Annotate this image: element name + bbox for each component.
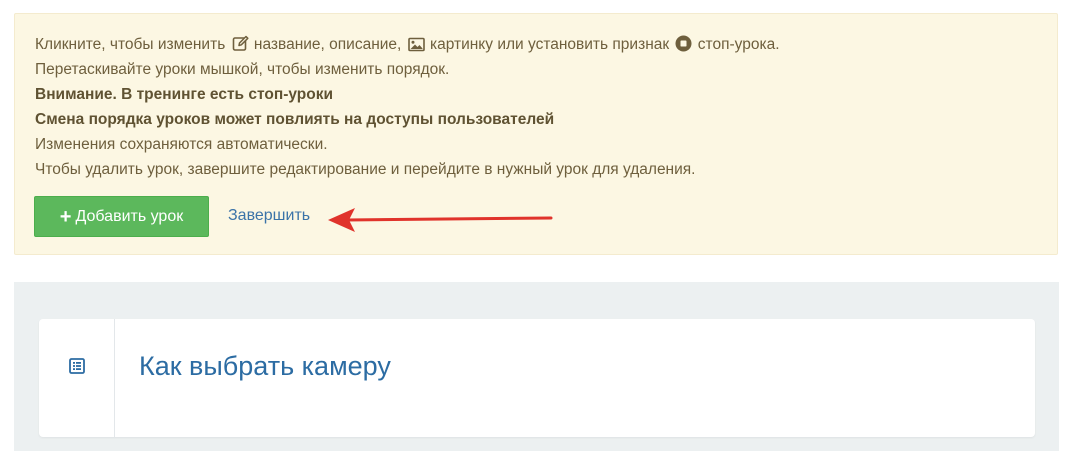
notice-line-delete-hint: Чтобы удалить урок, завершите редактиров… (35, 161, 696, 178)
lesson-title[interactable]: Как выбрать камеру (139, 348, 391, 384)
add-lesson-label: Добавить урок (75, 207, 184, 225)
arrow-icon (328, 208, 553, 232)
lesson-card[interactable]: Как выбрать камеру (39, 319, 1035, 437)
notice-text: стоп-урока. (697, 36, 780, 53)
notice-line-warning: Внимание. В тренинге есть стоп-уроки (35, 86, 334, 103)
notice-line-reorder: Перетаскивайте уроки мышкой, чтобы измен… (35, 61, 450, 78)
edit-icon (232, 35, 249, 58)
list-icon (69, 358, 85, 379)
edit-mode-notice: Кликните, чтобы изменить название, описа… (14, 13, 1058, 255)
lesson-drag-handle[interactable] (39, 319, 115, 437)
lessons-panel: Как выбрать камеру (14, 282, 1059, 451)
finish-editing-link[interactable]: Завершить (228, 206, 310, 226)
stop-icon (675, 35, 692, 58)
notice-text: Кликните, чтобы изменить (35, 36, 226, 53)
notice-text: картинку или установить признак (429, 36, 670, 53)
notice-line-access-warning: Смена порядка уроков может повлиять на д… (35, 111, 555, 128)
page: Кликните, чтобы изменить название, описа… (0, 0, 1073, 451)
add-lesson-button[interactable]: + Добавить урок (34, 196, 209, 237)
notice-line-autosave: Изменения сохраняются автоматически. (35, 136, 328, 153)
image-icon (407, 37, 425, 58)
notice-line-instructions: Кликните, чтобы изменить название, описа… (35, 35, 780, 58)
plus-icon: + (59, 205, 72, 228)
notice-text: название, описание, (253, 36, 402, 53)
